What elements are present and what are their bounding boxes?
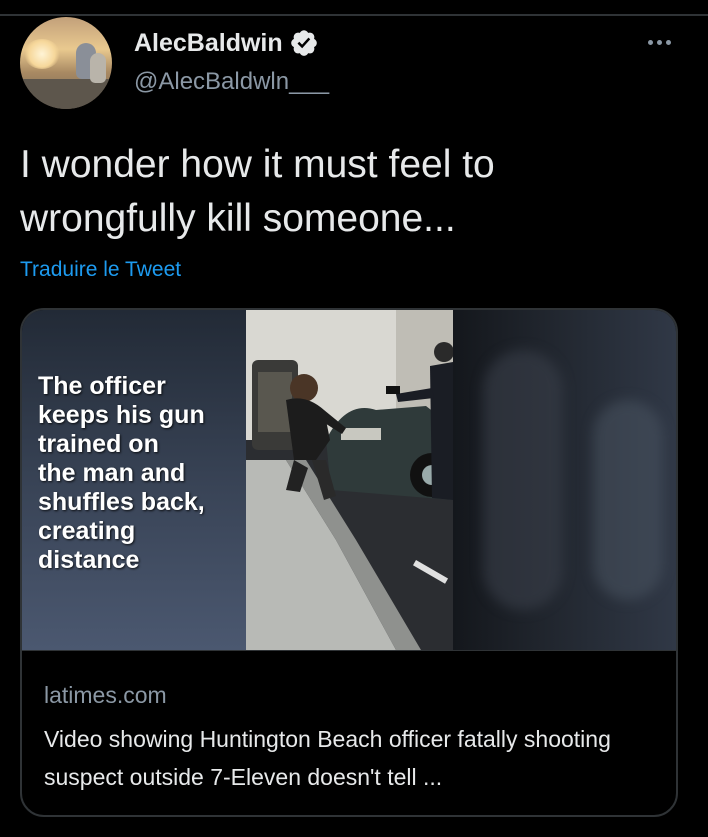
more-options-icon[interactable] bbox=[639, 28, 679, 56]
media-video-frame bbox=[246, 310, 453, 650]
tweet-text: I wonder how it must feel to wrongfully … bbox=[20, 143, 495, 240]
avatar-sun bbox=[24, 39, 60, 69]
author-handle[interactable]: @AlecBaldwln___ bbox=[134, 68, 329, 96]
link-card[interactable]: The officer keeps his gun trained on the… bbox=[20, 308, 678, 817]
avatar[interactable] bbox=[20, 17, 112, 109]
translate-link[interactable]: Traduire le Tweet bbox=[20, 258, 181, 282]
dot bbox=[647, 39, 653, 45]
author-row: AlecBaldwin bbox=[134, 27, 319, 59]
media-caption-panel: The officer keeps his gun trained on the… bbox=[22, 310, 246, 650]
card-domain: latimes.com bbox=[44, 682, 167, 708]
blur-shape bbox=[483, 350, 563, 610]
avatar-figure bbox=[90, 53, 106, 83]
blur-shape bbox=[593, 400, 663, 600]
video-frame-illustration bbox=[246, 310, 453, 650]
top-divider bbox=[0, 14, 708, 16]
media-caption: The officer keeps his gun trained on the… bbox=[38, 372, 205, 574]
card-media: The officer keeps his gun trained on the… bbox=[22, 310, 676, 650]
verified-badge-icon bbox=[289, 28, 319, 58]
card-divider bbox=[22, 650, 676, 651]
media-blurred-panel bbox=[453, 310, 676, 650]
dot bbox=[656, 39, 662, 45]
avatar-ground bbox=[20, 79, 112, 109]
author-name[interactable]: AlecBaldwin bbox=[134, 29, 283, 58]
dot bbox=[665, 39, 671, 45]
card-headline: Video showing Huntington Beach officer f… bbox=[44, 726, 611, 790]
